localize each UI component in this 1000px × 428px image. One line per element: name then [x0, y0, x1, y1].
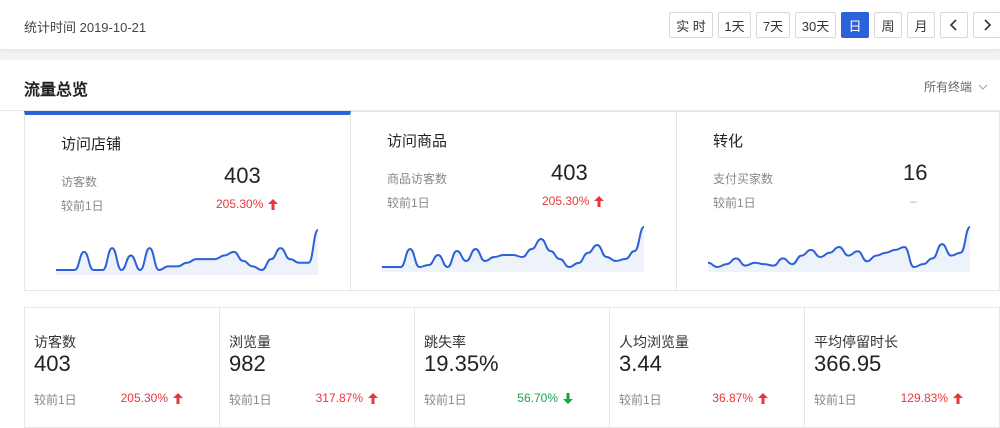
metric-value: 19.35%: [424, 351, 499, 376]
period-button-day[interactable]: 日: [841, 12, 869, 38]
stat-time: 统计时间 2019-10-21: [24, 20, 147, 35]
terminal-select-label: 所有终端: [923, 80, 972, 94]
arrow-up-icon: [268, 198, 279, 210]
arrow-down-icon: [563, 392, 573, 404]
metric-bounce-rate[interactable]: 跳失率 19.35% 较前1日 56.70%: [415, 308, 610, 427]
card-visit-shop[interactable]: 访问店铺 访客数 403 较前1日 205.30%: [24, 111, 351, 291]
metric-change-value: 36.87%: [712, 391, 753, 405]
card-compare-label: 较前1日: [61, 199, 104, 213]
metric-change-value: 129.83%: [900, 391, 948, 405]
card-metric-label: 访客数: [61, 175, 98, 189]
card-conversion[interactable]: 转化 支付买家数 16 较前1日 –: [677, 111, 1000, 291]
metric-compare-label: 较前1日: [424, 393, 467, 407]
metric-change: 56.70%: [517, 391, 573, 405]
arrow-up-icon: [594, 195, 605, 207]
period-selector: 实 时 1天 7天 30天 日 周 月: [669, 12, 1000, 38]
sparkline-chart: [707, 226, 971, 272]
arrow-up-icon: [368, 392, 378, 404]
card-change-value: –: [910, 194, 917, 208]
card-metric-label: 支付买家数: [713, 172, 774, 186]
metric-avg-pageviews[interactable]: 人均浏览量 3.44 较前1日 36.87%: [610, 308, 805, 427]
sparkline-chart: [56, 229, 319, 275]
metric-change: 36.87%: [712, 391, 768, 405]
card-value: 16: [903, 160, 928, 185]
card-value: 403: [551, 160, 588, 185]
next-button[interactable]: [973, 12, 1000, 38]
card-metric-label: 商品访客数: [387, 172, 448, 186]
top-bar: 统计时间 2019-10-21 实 时 1天 7天 30天 日 周 月: [0, 0, 1000, 50]
card-title: 转化: [713, 133, 744, 150]
period-button-week[interactable]: 周: [874, 12, 902, 38]
sparkline-area: [382, 227, 644, 272]
metric-change-value: 317.87%: [315, 391, 363, 405]
card-title: 访问店铺: [61, 136, 122, 153]
period-button-7d[interactable]: 7天: [756, 12, 790, 38]
metric-change: 129.83%: [901, 391, 963, 405]
panel-title: 流量总览: [24, 82, 89, 99]
metric-value: 3.44: [619, 351, 662, 376]
card-change-value: 205.30%: [216, 197, 264, 211]
metric-label: 人均浏览量: [619, 334, 689, 350]
card-value: 403: [224, 163, 261, 188]
metric-change-value: 56.70%: [517, 391, 558, 405]
metric-value: 982: [229, 351, 266, 376]
arrow-up-icon: [758, 392, 768, 404]
card-change: 205.30%: [216, 197, 279, 211]
chevron-left-icon: [949, 19, 957, 31]
metric-compare-label: 较前1日: [34, 393, 77, 407]
sparkline-chart: [382, 226, 645, 272]
metric-avg-duration[interactable]: 平均停留时长 366.95 较前1日 129.83%: [805, 308, 1000, 427]
prev-button[interactable]: [940, 12, 968, 38]
metric-change-value: 205.30%: [120, 391, 168, 405]
metric-label: 浏览量: [229, 334, 271, 350]
period-button-1d[interactable]: 1天: [718, 12, 751, 38]
period-button-30d[interactable]: 30天: [795, 12, 836, 38]
metric-pageviews[interactable]: 浏览量 982 较前1日 317.87%: [220, 308, 415, 427]
metric-compare-label: 较前1日: [619, 393, 662, 407]
card-visit-product[interactable]: 访问商品 商品访客数 403 较前1日 205.30%: [351, 111, 677, 291]
metric-compare-label: 较前1日: [814, 393, 857, 407]
metric-label: 跳失率: [424, 334, 466, 350]
arrow-up-icon: [173, 392, 183, 404]
sparkline-area: [56, 230, 318, 275]
card-change: –: [910, 194, 917, 208]
metric-value: 366.95: [814, 351, 882, 376]
chevron-right-icon: [984, 19, 992, 31]
card-compare-label: 较前1日: [387, 196, 430, 210]
metrics-row: 访客数 403 较前1日 205.30% 浏览量 982 较前1日 317.87…: [24, 307, 1000, 428]
card-title: 访问商品: [387, 133, 448, 150]
card-change-value: 205.30%: [542, 194, 590, 208]
arrow-up-icon: [953, 392, 963, 404]
period-button-month[interactable]: 月: [907, 12, 935, 38]
metric-compare-label: 较前1日: [229, 393, 272, 407]
metric-visitors[interactable]: 访客数 403 较前1日 205.30%: [25, 308, 220, 427]
card-compare-label: 较前1日: [713, 196, 756, 210]
card-change: 205.30%: [542, 194, 605, 208]
metric-label: 访客数: [34, 334, 76, 350]
metric-change: 317.87%: [316, 391, 378, 405]
metric-value: 403: [34, 351, 71, 376]
period-button-realtime[interactable]: 实 时: [669, 12, 713, 38]
metric-label: 平均停留时长: [814, 334, 898, 350]
chevron-down-icon: [978, 84, 988, 90]
terminal-select[interactable]: 所有终端: [924, 78, 988, 95]
metric-change: 205.30%: [121, 391, 183, 405]
traffic-overview-panel: 流量总览 所有终端 访问店铺 访客数 403 较前1日 205.30% 访问商品…: [0, 60, 1000, 428]
